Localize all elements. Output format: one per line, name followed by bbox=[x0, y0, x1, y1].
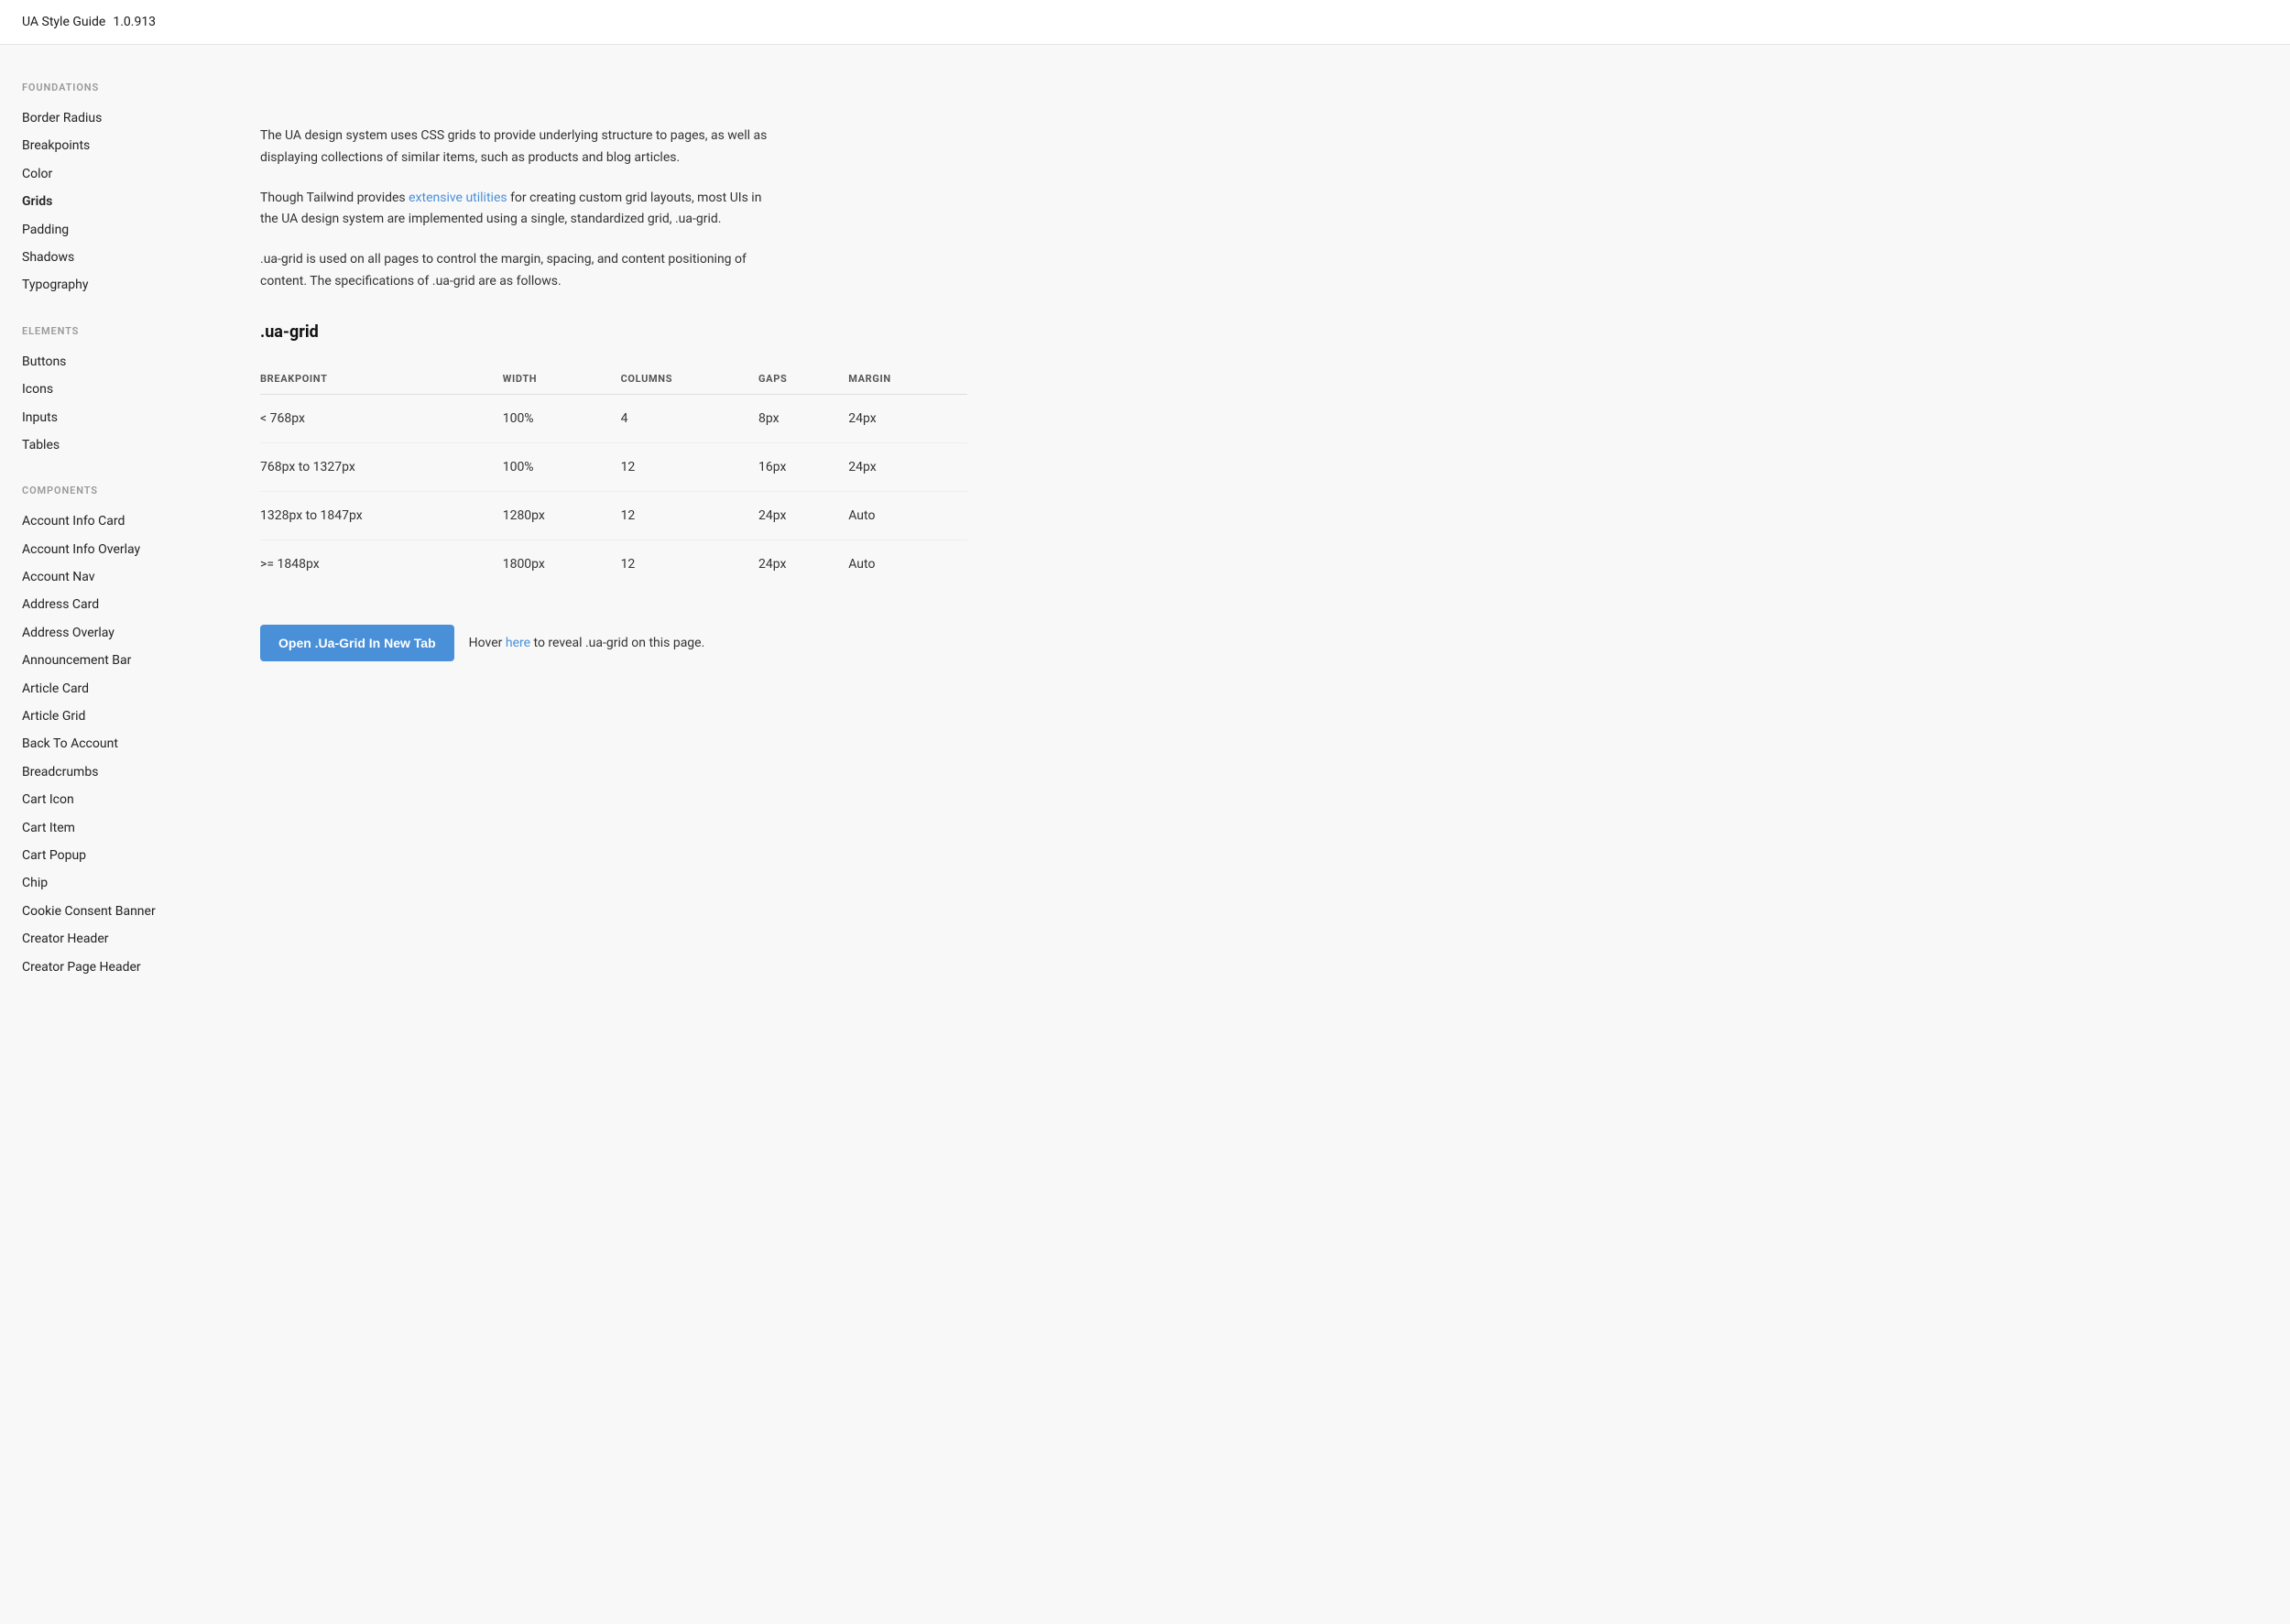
sidebar-item-icons[interactable]: Icons bbox=[22, 376, 180, 403]
action-row: Open .Ua-Grid In New Tab Hover here to r… bbox=[260, 625, 967, 661]
sidebar-item-tables[interactable]: Tables bbox=[22, 431, 180, 459]
sidebar-section-foundations: FOUNDATIONS Border RadiusBreakpointsColor… bbox=[22, 82, 180, 300]
sidebar-item-breadcrumbs[interactable]: Breadcrumbs bbox=[22, 758, 180, 786]
layout: FOUNDATIONS Border RadiusBreakpointsColor… bbox=[0, 52, 2290, 1624]
topbar: UA Style Guide 1.0.913 bbox=[0, 0, 2290, 45]
sidebar-section-label: ELEMENTS bbox=[22, 325, 180, 337]
cell-columns: 12 bbox=[621, 540, 758, 588]
sidebar-item-account-info-overlay[interactable]: Account Info Overlay bbox=[22, 536, 180, 563]
sidebar-item-border-radius[interactable]: Border Radius bbox=[22, 104, 180, 132]
cell-width: 100% bbox=[503, 394, 621, 442]
cell-columns: 12 bbox=[621, 442, 758, 491]
cell-margin: 24px bbox=[848, 442, 967, 491]
col-header-margin: MARGIN bbox=[848, 364, 967, 395]
sidebar-item-padding[interactable]: Padding bbox=[22, 216, 180, 244]
sidebar: FOUNDATIONS Border RadiusBreakpointsColor… bbox=[0, 52, 202, 1624]
table-row: < 768px100%48px24px bbox=[260, 394, 967, 442]
cell-width: 1280px bbox=[503, 491, 621, 540]
action-text: Hover here to reveal .ua-grid on this pa… bbox=[469, 636, 705, 650]
sidebar-item-inputs[interactable]: Inputs bbox=[22, 404, 180, 431]
app: UA Style Guide 1.0.913 FOUNDATIONS Border… bbox=[0, 0, 2290, 1624]
cell-margin: 24px bbox=[848, 394, 967, 442]
grid-table: BREAKPOINTWIDTHCOLUMNSGAPSMARGIN < 768px… bbox=[260, 364, 967, 588]
sidebar-item-creator-page-header[interactable]: Creator Page Header bbox=[22, 954, 180, 981]
cell-width: 100% bbox=[503, 442, 621, 491]
sidebar-item-article-grid[interactable]: Article Grid bbox=[22, 703, 180, 730]
sidebar-item-account-info-card[interactable]: Account Info Card bbox=[22, 507, 180, 535]
sidebar-item-creator-header[interactable]: Creator Header bbox=[22, 925, 180, 953]
cell-width: 1800px bbox=[503, 540, 621, 588]
sidebar-section-label: FOUNDATIONS bbox=[22, 82, 180, 93]
col-header-width: WIDTH bbox=[503, 364, 621, 395]
sidebar-item-address-overlay[interactable]: Address Overlay bbox=[22, 619, 180, 647]
grid-table-head: BREAKPOINTWIDTHCOLUMNSGAPSMARGIN bbox=[260, 364, 967, 395]
grid-table-body: < 768px100%48px24px768px to 1327px100%12… bbox=[260, 394, 967, 588]
intro-paragraph-1: The UA design system uses CSS grids to p… bbox=[260, 125, 773, 169]
here-link[interactable]: here bbox=[506, 636, 530, 650]
cell-columns: 12 bbox=[621, 491, 758, 540]
cell-columns: 4 bbox=[621, 394, 758, 442]
cell-breakpoint: >= 1848px bbox=[260, 540, 503, 588]
sidebar-item-grids[interactable]: Grids bbox=[22, 188, 180, 215]
cell-breakpoint: 1328px to 1847px bbox=[260, 491, 503, 540]
cell-margin: Auto bbox=[848, 540, 967, 588]
sidebar-item-article-card[interactable]: Article Card bbox=[22, 675, 180, 703]
cell-gaps: 8px bbox=[758, 394, 848, 442]
sidebar-section-components: COMPONENTS Account Info CardAccount Info … bbox=[22, 485, 180, 981]
intro-paragraph-3: .ua-grid is used on all pages to control… bbox=[260, 249, 773, 293]
table-row: 768px to 1327px100%1216px24px bbox=[260, 442, 967, 491]
sidebar-item-breakpoints[interactable]: Breakpoints bbox=[22, 132, 180, 159]
sidebar-item-color[interactable]: Color bbox=[22, 160, 180, 188]
cell-gaps: 16px bbox=[758, 442, 848, 491]
col-header-columns: COLUMNS bbox=[621, 364, 758, 395]
cell-gaps: 24px bbox=[758, 540, 848, 588]
open-grid-button[interactable]: Open .Ua-Grid In New Tab bbox=[260, 625, 454, 661]
col-header-gaps: GAPS bbox=[758, 364, 848, 395]
cell-margin: Auto bbox=[848, 491, 967, 540]
extensive-utilities-link[interactable]: extensive utilities bbox=[409, 191, 507, 205]
sidebar-item-buttons[interactable]: Buttons bbox=[22, 348, 180, 376]
cell-breakpoint: < 768px bbox=[260, 394, 503, 442]
sidebar-item-cookie-consent-banner[interactable]: Cookie Consent Banner bbox=[22, 898, 180, 925]
main-content: The UA design system uses CSS grids to p… bbox=[202, 52, 1026, 1624]
intro-paragraph-2: Though Tailwind provides extensive utili… bbox=[260, 188, 773, 232]
grid-table-header-row: BREAKPOINTWIDTHCOLUMNSGAPSMARGIN bbox=[260, 364, 967, 395]
app-version: 1.0.913 bbox=[113, 15, 156, 29]
cell-gaps: 24px bbox=[758, 491, 848, 540]
col-header-breakpoint: BREAKPOINT bbox=[260, 364, 503, 395]
sidebar-item-cart-icon[interactable]: Cart Icon bbox=[22, 786, 180, 813]
sidebar-item-cart-item[interactable]: Cart Item bbox=[22, 814, 180, 842]
sidebar-section-label: COMPONENTS bbox=[22, 485, 180, 496]
sidebar-section-elements: ELEMENTS ButtonsIconsInputsTables bbox=[22, 325, 180, 460]
app-title: UA Style Guide bbox=[22, 15, 105, 29]
sidebar-item-shadows[interactable]: Shadows bbox=[22, 244, 180, 271]
sidebar-item-address-card[interactable]: Address Card bbox=[22, 591, 180, 618]
table-row: 1328px to 1847px1280px1224pxAuto bbox=[260, 491, 967, 540]
table-row: >= 1848px1800px1224pxAuto bbox=[260, 540, 967, 588]
sidebar-item-chip[interactable]: Chip bbox=[22, 869, 180, 897]
cell-breakpoint: 768px to 1327px bbox=[260, 442, 503, 491]
sidebar-item-announcement-bar[interactable]: Announcement Bar bbox=[22, 647, 180, 674]
sidebar-item-cart-popup[interactable]: Cart Popup bbox=[22, 842, 180, 869]
sidebar-item-back-to-account[interactable]: Back To Account bbox=[22, 730, 180, 758]
sidebar-item-typography[interactable]: Typography bbox=[22, 271, 180, 299]
sidebar-item-account-nav[interactable]: Account Nav bbox=[22, 563, 180, 591]
section-title: .ua-grid bbox=[260, 322, 967, 342]
